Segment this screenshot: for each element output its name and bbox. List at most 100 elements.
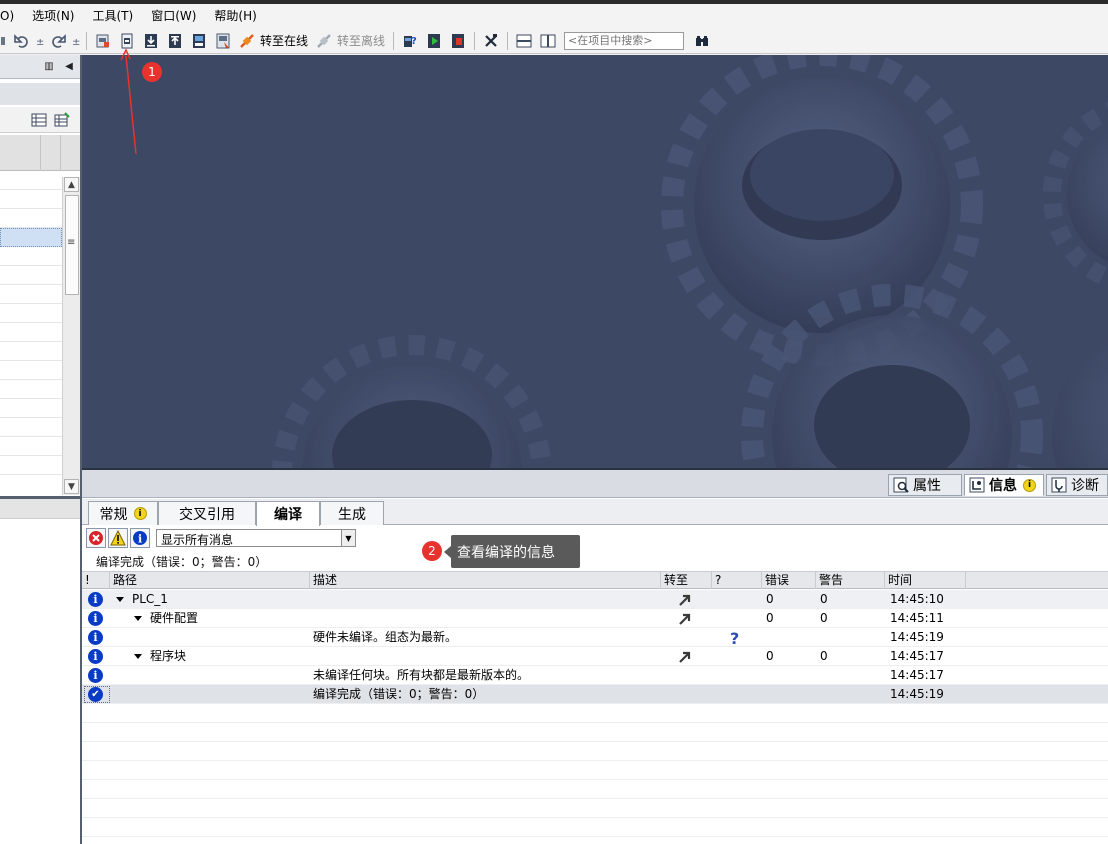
table-header: ! 路径 描述 转至 ? 错误 警告 时间 xyxy=(82,571,1108,589)
subtab-generate[interactable]: 生成 xyxy=(320,501,384,525)
message-filter-select[interactable]: 显示所有消息 ▼ xyxy=(156,529,356,547)
menu-window[interactable]: 窗口(W) xyxy=(143,4,206,28)
help-question-icon[interactable]: ? xyxy=(730,629,739,648)
col-time[interactable]: 时间 xyxy=(885,572,966,589)
accessible-devices-icon[interactable]: ? xyxy=(399,30,421,52)
tree-row[interactable] xyxy=(0,247,62,266)
tree-row[interactable] xyxy=(0,418,62,437)
general-info-icon: i xyxy=(133,507,147,520)
row-path: PLC_1 xyxy=(132,592,168,606)
expand-caret-icon[interactable] xyxy=(116,597,124,602)
filter-errors-button[interactable] xyxy=(86,528,106,548)
tree-row[interactable] xyxy=(0,361,62,380)
undo-icon[interactable] xyxy=(11,30,33,52)
prev-icon[interactable] xyxy=(1,30,9,52)
tree-row[interactable] xyxy=(0,209,62,228)
subtab-cross-references[interactable]: 交叉引用 xyxy=(158,501,256,525)
add-table-icon[interactable] xyxy=(54,112,70,128)
message-filter-value: 显示所有消息 xyxy=(161,533,234,547)
redo-dropdown-icon[interactable]: ± xyxy=(71,30,81,52)
table-row[interactable]: i 硬件配置 0 0 14:45:11 xyxy=(82,609,1108,628)
tree-row[interactable] xyxy=(0,266,62,285)
info-icon: i xyxy=(88,630,103,645)
col-help[interactable]: ? xyxy=(712,572,762,589)
table-row-selected[interactable]: ✔ 编译完成（错误：0；警告：0） 14:45:19 xyxy=(82,685,1108,704)
pane-layout-icon[interactable]: ▥ xyxy=(43,59,55,73)
goto-arrow-icon[interactable] xyxy=(678,650,692,664)
compile-all-icon[interactable] xyxy=(92,30,114,52)
col-warnings[interactable]: 警告 xyxy=(816,572,885,589)
upload-icon[interactable] xyxy=(164,30,186,52)
menu-help[interactable]: 帮助(H) xyxy=(206,4,266,28)
table-row[interactable]: i 程序块 0 0 14:45:17 xyxy=(82,647,1108,666)
go-offline-button[interactable]: 转至离线 xyxy=(337,32,385,49)
toolbar: ± ± 转至在线 转至离线 ? xyxy=(0,28,1108,54)
tree-row[interactable] xyxy=(0,399,62,418)
collapse-pane-icon[interactable]: ◀ xyxy=(63,59,75,73)
cross-reference-icon[interactable] xyxy=(480,30,502,52)
goto-arrow-icon[interactable] xyxy=(678,593,692,607)
row-time: 14:45:19 xyxy=(890,630,944,644)
row-errors: 0 xyxy=(766,611,774,625)
tree-scrollbar[interactable]: ▲ ≡ ▼ xyxy=(62,177,80,495)
go-online-icon[interactable] xyxy=(236,30,258,52)
save-device-icon[interactable] xyxy=(188,30,210,52)
grip-icon: ≡ xyxy=(67,237,76,248)
tree-row[interactable] xyxy=(0,304,62,323)
info-subtabs: 常规 i 交叉引用 编译 生成 xyxy=(82,499,1108,526)
info-tab-icon xyxy=(969,477,985,493)
undo-dropdown-icon[interactable]: ± xyxy=(35,30,45,52)
tree-row[interactable] xyxy=(0,323,62,342)
row-warnings: 0 xyxy=(820,611,828,625)
tree-row-selected[interactable] xyxy=(0,228,62,247)
details-view xyxy=(0,499,80,844)
tree-row[interactable] xyxy=(0,380,62,399)
simulation-icon[interactable] xyxy=(212,30,234,52)
expand-caret-icon[interactable] xyxy=(134,616,142,621)
tree-row[interactable] xyxy=(0,437,62,456)
table-row[interactable]: i 硬件未编译。组态为最新。 ? 14:45:19 xyxy=(82,628,1108,648)
subtab-compile[interactable]: 编译 xyxy=(256,501,320,526)
start-cpu-icon[interactable] xyxy=(423,30,445,52)
tab-info[interactable]: 信息 i xyxy=(964,474,1044,496)
project-search-input[interactable] xyxy=(564,31,685,50)
tree-row[interactable] xyxy=(0,285,62,304)
stop-cpu-icon[interactable] xyxy=(447,30,469,52)
filter-info-button[interactable]: i xyxy=(130,528,150,548)
scroll-down-icon[interactable]: ▼ xyxy=(64,479,79,494)
split-vertical-icon[interactable] xyxy=(537,30,559,52)
table-row[interactable]: i PLC_1 0 0 14:45:10 xyxy=(82,590,1108,609)
search-binoculars-icon[interactable] xyxy=(691,30,713,52)
tab-diagnostics[interactable]: 诊断 xyxy=(1046,474,1108,496)
expand-caret-icon[interactable] xyxy=(134,654,142,659)
scroll-up-icon[interactable]: ▲ xyxy=(64,177,79,192)
tree-row[interactable] xyxy=(0,190,62,209)
redo-icon[interactable] xyxy=(47,30,69,52)
tree-row[interactable] xyxy=(0,456,62,475)
tree-row[interactable] xyxy=(0,171,62,190)
table-row[interactable]: i 未编译任何块。所有块都是最新版本的。 14:45:17 xyxy=(82,666,1108,685)
project-tree-pane: ▥ ◀ ▲ ≡ ▼ xyxy=(0,55,82,844)
table-view-icon[interactable] xyxy=(31,112,47,128)
col-errors[interactable]: 错误 xyxy=(762,572,816,589)
col-path[interactable]: 路径 xyxy=(110,572,310,589)
col-goto[interactable]: 转至 xyxy=(661,572,712,589)
subtab-general[interactable]: 常规 i xyxy=(88,501,158,525)
col-description[interactable]: 描述 xyxy=(310,572,661,589)
menu-options[interactable]: 选项(N) xyxy=(24,4,84,28)
col-status[interactable]: ! xyxy=(82,572,110,589)
split-horizontal-icon[interactable] xyxy=(513,30,535,52)
info-icon: i xyxy=(88,649,103,664)
menu-tools[interactable]: 工具(T) xyxy=(84,4,143,28)
warning-icon xyxy=(110,530,126,546)
go-offline-icon[interactable] xyxy=(313,30,335,52)
tab-properties[interactable]: 属性 xyxy=(888,474,962,496)
svg-text:±: ± xyxy=(72,37,80,48)
goto-arrow-icon[interactable] xyxy=(678,612,692,626)
menu-online[interactable]: O) xyxy=(0,4,24,28)
tree-row[interactable] xyxy=(0,342,62,361)
chevron-down-icon[interactable]: ▼ xyxy=(341,530,355,546)
info-indicator-icon: i xyxy=(1023,478,1036,492)
go-online-button[interactable]: 转至在线 xyxy=(260,32,308,49)
filter-warnings-button[interactable] xyxy=(108,528,128,548)
